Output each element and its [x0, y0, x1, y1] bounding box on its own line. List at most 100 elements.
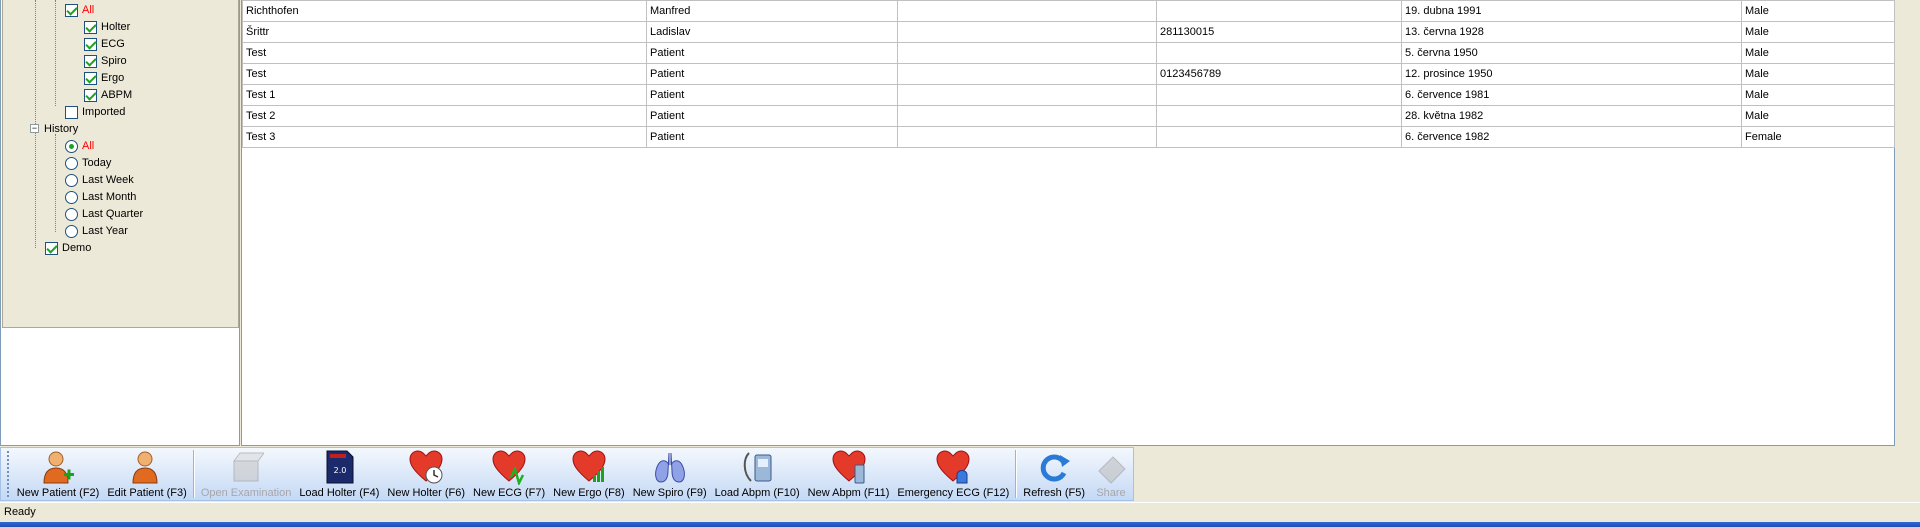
tree-item-abpm[interactable]: ABPM — [84, 88, 132, 102]
table-cell[interactable] — [897, 21, 1157, 43]
table-cell[interactable] — [897, 126, 1157, 148]
main-toolbar: New Patient (F2) Edit Patient (F3) Open Ex… — [0, 447, 1134, 501]
table-cell[interactable] — [1156, 0, 1402, 22]
checkbox-icon[interactable] — [65, 3, 78, 17]
table-cell[interactable]: Test 3 — [242, 126, 647, 148]
emergency-ecg-button[interactable]: Emergency ECG (F12) — [893, 448, 1013, 500]
checkbox-icon[interactable] — [84, 37, 97, 51]
table-cell[interactable]: 19. dubna 1991 — [1401, 0, 1742, 22]
table-cell[interactable]: 12. prosince 1950 — [1401, 63, 1742, 85]
table-row[interactable]: Test 2 Patient 28. května 1982 Male — [242, 105, 1895, 127]
table-cell[interactable]: Richthofen — [242, 0, 647, 22]
table-cell[interactable]: Patient — [646, 84, 898, 106]
radio-icon[interactable] — [65, 139, 78, 153]
tree-item-history[interactable]: History — [44, 122, 78, 136]
edit-patient-button[interactable]: Edit Patient (F3) — [103, 448, 190, 500]
table-cell[interactable]: Patient — [646, 63, 898, 85]
table-cell[interactable]: Patient — [646, 42, 898, 64]
patient-database-window: All Holter ECG Spiro Ergo ABPM Imported … — [0, 0, 1920, 527]
checkbox-icon[interactable] — [84, 71, 97, 85]
table-cell[interactable]: Test — [242, 42, 647, 64]
table-row[interactable]: Test Patient 5. června 1950 Male — [242, 42, 1895, 64]
new-spiro-button[interactable]: New Spiro (F9) — [629, 448, 711, 500]
history-option-last-quarter[interactable]: Last Quarter — [65, 207, 143, 221]
collapse-icon[interactable]: − — [30, 124, 39, 133]
table-row[interactable]: Test Patient 0123456789 12. prosince 1950 Ma… — [242, 63, 1895, 85]
abpm-device-icon — [743, 452, 772, 482]
table-cell[interactable] — [1156, 84, 1402, 106]
table-cell[interactable]: 13. června 1928 — [1401, 21, 1742, 43]
table-cell[interactable]: 5. června 1950 — [1401, 42, 1742, 64]
table-row[interactable]: Šrittr Ladislav 281130015 13. června 1928 Ma… — [242, 21, 1895, 43]
toolbar-button-label: Emergency ECG (F12) — [897, 487, 1010, 499]
table-cell[interactable] — [897, 0, 1157, 22]
radio-icon[interactable] — [65, 224, 78, 238]
table-row[interactable]: Test 1 Patient 6. července 1981 Male — [242, 84, 1895, 106]
refresh-button[interactable]: Refresh (F5) — [1019, 448, 1089, 500]
tree-item-label: Last Week — [82, 174, 134, 186]
checkbox-icon[interactable] — [84, 88, 97, 102]
table-cell[interactable]: 6. července 1981 — [1401, 84, 1742, 106]
new-abpm-button[interactable]: New Abpm (F11) — [804, 448, 894, 500]
toolbar-grip[interactable] — [7, 451, 10, 497]
share-button[interactable]: Share — [1089, 448, 1133, 500]
table-cell[interactable]: 6. července 1982 — [1401, 126, 1742, 148]
table-cell[interactable] — [1156, 105, 1402, 127]
history-option-today[interactable]: Today — [65, 156, 111, 170]
new-ecg-button[interactable]: New ECG (F7) — [469, 448, 549, 500]
table-cell[interactable]: 28. května 1982 — [1401, 105, 1742, 127]
radio-icon[interactable] — [65, 156, 78, 170]
tree-item-ecg[interactable]: ECG — [84, 37, 125, 51]
patient-grid: Richthofen Manfred 19. dubna 1991 Male Šritt… — [241, 0, 1895, 446]
tree-item-all-exams[interactable]: All — [65, 3, 94, 17]
load-holter-button[interactable]: 2.0 Load Holter (F4) — [295, 448, 383, 500]
table-cell[interactable]: Male — [1741, 105, 1895, 127]
tree-item-demo[interactable]: Demo — [45, 241, 91, 255]
table-cell[interactable]: 0123456789 — [1156, 63, 1402, 85]
checkbox-icon[interactable] — [65, 105, 78, 119]
history-option-all[interactable]: All — [65, 139, 94, 153]
table-row[interactable]: Richthofen Manfred 19. dubna 1991 Male — [242, 0, 1895, 22]
history-option-last-year[interactable]: Last Year — [65, 224, 128, 238]
table-cell[interactable]: Šrittr — [242, 21, 647, 43]
table-cell[interactable] — [897, 84, 1157, 106]
table-cell[interactable]: Patient — [646, 105, 898, 127]
new-ergo-button[interactable]: New Ergo (F8) — [549, 448, 629, 500]
table-cell[interactable] — [1156, 126, 1402, 148]
table-cell[interactable] — [897, 63, 1157, 85]
table-cell[interactable]: Patient — [646, 126, 898, 148]
table-cell[interactable]: Female — [1741, 126, 1895, 148]
table-cell[interactable] — [1156, 42, 1402, 64]
checkbox-icon[interactable] — [84, 54, 97, 68]
table-cell[interactable]: Male — [1741, 84, 1895, 106]
history-option-last-month[interactable]: Last Month — [65, 190, 136, 204]
tree-item-label: All — [82, 140, 95, 152]
radio-icon[interactable] — [65, 207, 78, 221]
tree-item-imported[interactable]: Imported — [65, 105, 125, 119]
table-cell[interactable]: 281130015 — [1156, 21, 1402, 43]
radio-icon[interactable] — [65, 190, 78, 204]
radio-icon[interactable] — [65, 173, 78, 187]
table-cell[interactable]: Male — [1741, 63, 1895, 85]
history-option-last-week[interactable]: Last Week — [65, 173, 134, 187]
tree-item-spiro[interactable]: Spiro — [84, 54, 127, 68]
checkbox-icon[interactable] — [84, 20, 97, 34]
table-cell[interactable] — [897, 105, 1157, 127]
tree-item-ergo[interactable]: Ergo — [84, 71, 124, 85]
table-cell[interactable]: Male — [1741, 42, 1895, 64]
new-patient-button[interactable]: New Patient (F2) — [13, 448, 104, 500]
table-cell[interactable]: Manfred — [646, 0, 898, 22]
table-cell[interactable]: Ladislav — [646, 21, 898, 43]
table-cell[interactable]: Male — [1741, 21, 1895, 43]
table-cell[interactable]: Test — [242, 63, 647, 85]
new-holter-button[interactable]: New Holter (F6) — [383, 448, 469, 500]
table-row[interactable]: Test 3 Patient 6. července 1982 Female — [242, 126, 1895, 148]
tree-item-holter[interactable]: Holter — [84, 20, 130, 34]
table-cell[interactable]: Test 2 — [242, 105, 647, 127]
table-cell[interactable]: Male — [1741, 0, 1895, 22]
load-abpm-button[interactable]: Load Abpm (F10) — [711, 448, 804, 500]
open-examination-button[interactable]: Open Examination — [197, 448, 296, 500]
table-cell[interactable]: Test 1 — [242, 84, 647, 106]
checkbox-icon[interactable] — [45, 241, 58, 255]
table-cell[interactable] — [897, 42, 1157, 64]
